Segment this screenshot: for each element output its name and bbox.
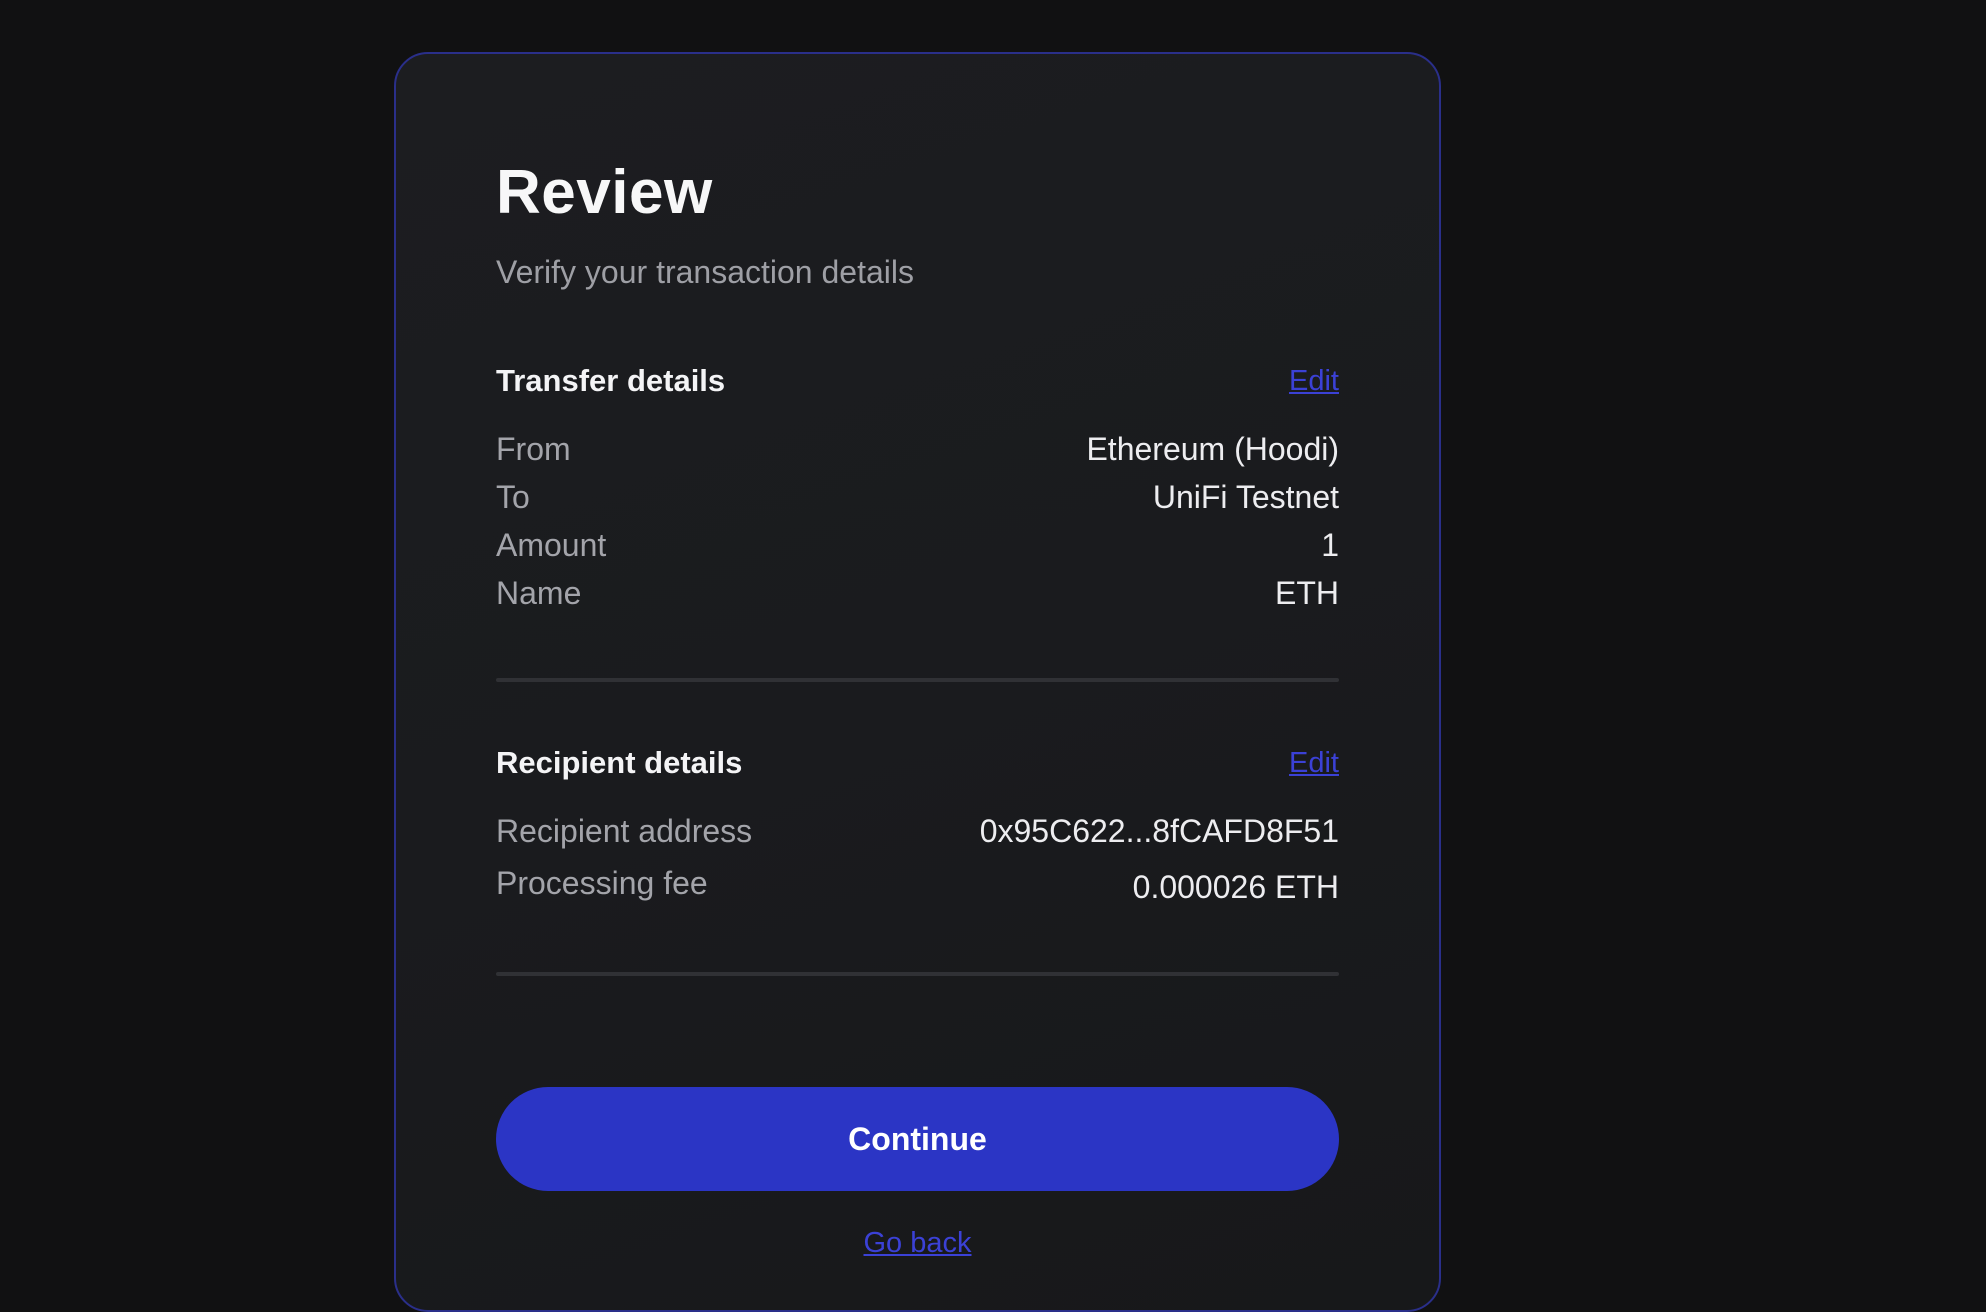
section-divider	[496, 972, 1339, 976]
transfer-details-heading: Transfer details	[496, 363, 726, 398]
recipient-details-header: Recipient details Edit	[496, 745, 1339, 785]
edit-transfer-link[interactable]: Edit	[1289, 365, 1339, 398]
row-label: Name	[496, 575, 582, 611]
recipient-details-heading: Recipient details	[496, 745, 743, 780]
row-label: Recipient address	[496, 813, 753, 849]
transfer-details-header: Transfer details Edit	[496, 363, 1339, 403]
row-label: Amount	[496, 527, 607, 563]
row-label: From	[496, 431, 571, 467]
page-title: Review	[496, 158, 713, 227]
recipient-row-fee: Processing fee 0.000026 ETH	[496, 865, 1339, 905]
row-value: ETH	[1275, 575, 1339, 611]
row-value: 0x95C622...8fCAFD8F51	[979, 813, 1339, 849]
row-value: UniFi Testnet	[1152, 479, 1339, 515]
transfer-row-name: Name ETH	[496, 575, 1339, 615]
review-card: Review Verify your transaction details T…	[394, 52, 1441, 1312]
row-value: Ethereum (Hoodi)	[1086, 431, 1339, 467]
continue-button[interactable]: Continue	[496, 1087, 1339, 1191]
section-divider	[496, 678, 1339, 682]
transfer-row-from: From Ethereum (Hoodi)	[496, 431, 1339, 471]
recipient-row-address: Recipient address 0x95C622...8fCAFD8F51	[496, 813, 1339, 853]
row-value: 1	[1321, 527, 1339, 563]
go-back-link[interactable]: Go back	[496, 1227, 1339, 1260]
row-label: To	[496, 479, 530, 515]
row-value: 0.000026 ETH	[1132, 869, 1339, 905]
page-subtitle: Verify your transaction details	[496, 254, 914, 290]
row-label: Processing fee	[496, 865, 708, 901]
edit-recipient-link[interactable]: Edit	[1289, 747, 1339, 780]
transfer-row-to: To UniFi Testnet	[496, 479, 1339, 519]
transfer-row-amount: Amount 1	[496, 527, 1339, 567]
